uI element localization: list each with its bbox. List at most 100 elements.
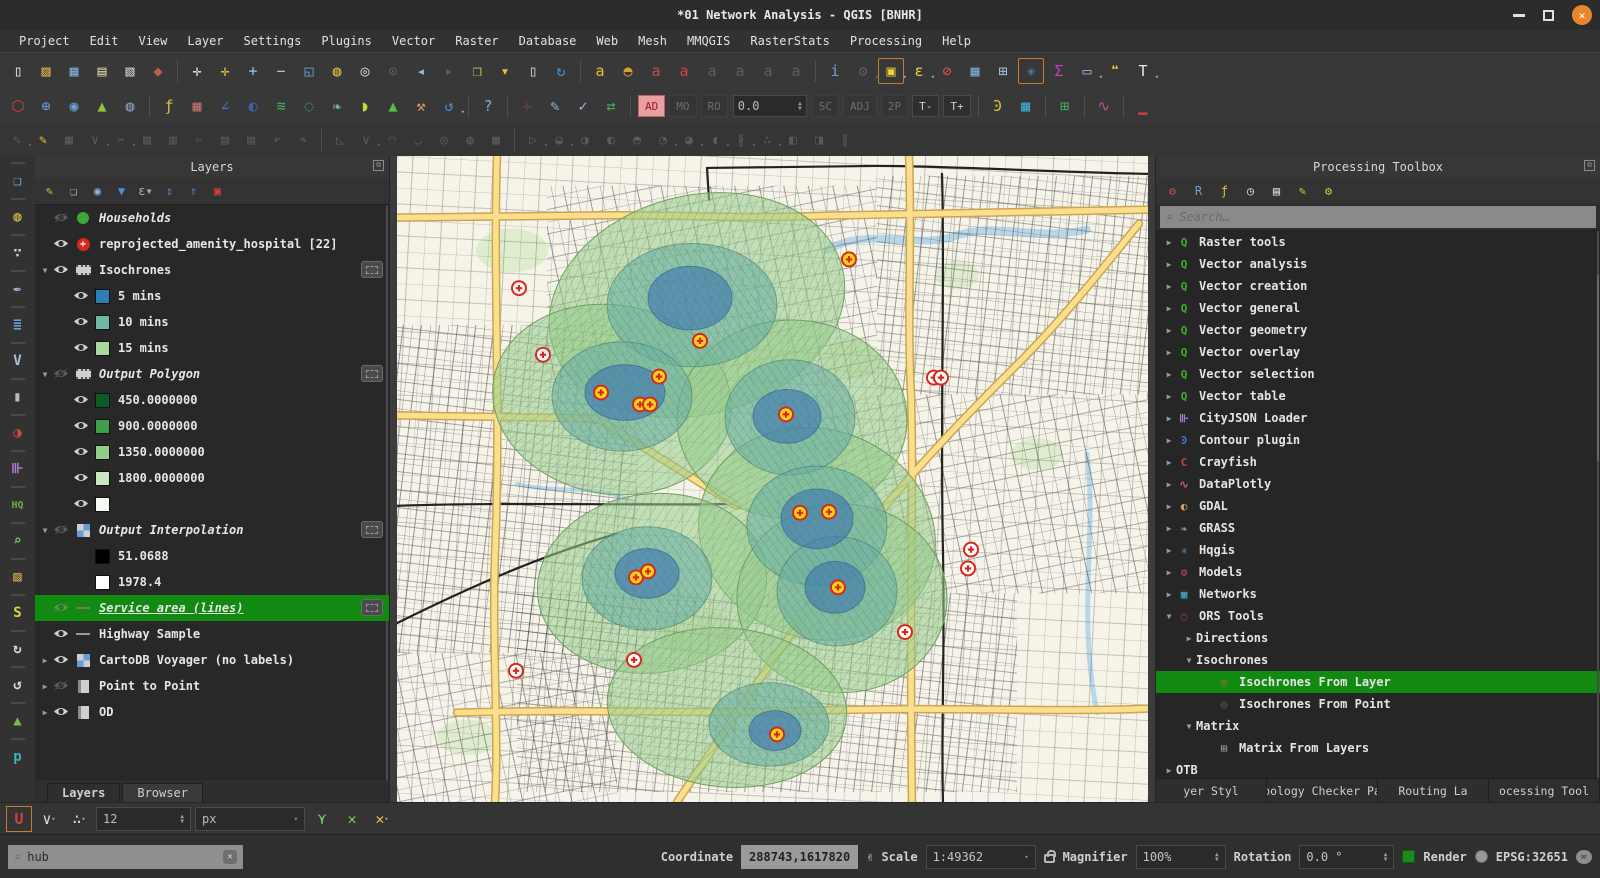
trace-icon[interactable]: ◨ [807, 128, 831, 152]
redo-icon[interactable]: ↷ [291, 128, 315, 152]
rotation-spinbox[interactable]: 0.0 °▲▼ [1299, 845, 1394, 869]
toolbox-item-vector-geometry[interactable]: ▶QVector geometry [1156, 319, 1600, 341]
close-button[interactable]: ✕ [1572, 5, 1592, 25]
enable-snapping-icon[interactable]: U [6, 806, 32, 832]
new-project-icon[interactable]: ▯ [5, 58, 31, 84]
refresh-layers-icon[interactable]: ↻ [5, 636, 31, 662]
toolbox-item-cityjson-loader[interactable]: ▶⊪CityJSON Loader [1156, 407, 1600, 429]
pelias-geocoder-icon[interactable]: p [5, 744, 31, 770]
avoid-intersections-icon[interactable]: ∥ [833, 128, 857, 152]
statistics-summary-icon[interactable]: Σ [1046, 58, 1072, 84]
layer-visibility-icon[interactable] [73, 394, 91, 406]
menu-rasterstats[interactable]: RasterStats [741, 32, 838, 50]
rotate-point-symbols-icon[interactable]: ◕▾ [677, 128, 701, 152]
deselect-all-icon[interactable]: ⊘ [934, 58, 960, 84]
dock-tab-yer-styl[interactable]: yer Styl [1156, 779, 1267, 802]
layer-visibility-icon[interactable] [53, 212, 71, 224]
menu-edit[interactable]: Edit [81, 32, 128, 50]
toolbox-expander[interactable]: ▼ [1182, 656, 1196, 665]
toolbox-item-contour-plugin[interactable]: ▶ϿContour plugin [1156, 429, 1600, 451]
zoom-full-icon[interactable]: ◱ [296, 58, 322, 84]
geocode-icon[interactable]: ◌ [296, 93, 322, 119]
snap-tolerance-spinbox[interactable]: 12▲▼ [96, 807, 191, 831]
current-edits-icon[interactable]: ✎▾ [5, 128, 29, 152]
layer-visibility-icon[interactable] [53, 628, 71, 640]
options-wrench-icon[interactable]: ⚙ [1320, 183, 1337, 200]
qgis2threejs-icon[interactable]: ▲ [89, 93, 115, 119]
field-calculator-icon[interactable]: ⊞ [990, 58, 1016, 84]
undo-icon[interactable]: ↶ [265, 128, 289, 152]
menu-mmqgis[interactable]: MMQGIS [678, 32, 739, 50]
layer-visibility-icon[interactable] [73, 316, 91, 328]
auxiliary-ad-button[interactable]: AD [638, 95, 665, 117]
results-viewer-icon[interactable]: ▤ [1268, 183, 1285, 200]
layer-item-isochrones[interactable]: ▼Isochrones [35, 257, 389, 283]
r-scripts-icon[interactable]: R [1190, 183, 1207, 200]
save-edits-icon[interactable]: ▦ [57, 128, 81, 152]
trim-extend-icon[interactable]: ∦▾ [729, 128, 753, 152]
locator-search[interactable]: ⌕ hub ✕ [8, 845, 243, 869]
attribute-table-add-icon[interactable]: ⊞ [1052, 93, 1078, 119]
layer-expander[interactable]: ▼ [39, 266, 51, 275]
leaflet-icon[interactable]: ❧ [324, 93, 350, 119]
layers-green-icon[interactable]: ≋ [268, 93, 294, 119]
menu-raster[interactable]: Raster [446, 32, 507, 50]
toolbox-expander[interactable]: ▶ [1162, 260, 1176, 269]
layer-visibility-icon[interactable] [73, 420, 91, 432]
add-delimited-points-icon[interactable]: ∵ [5, 240, 31, 266]
select-features-icon[interactable]: ▣▾ [878, 58, 904, 84]
messages-icon[interactable]: ✉ [1576, 850, 1592, 864]
table-refresh-icon[interactable]: ⇄ [598, 93, 624, 119]
history-icon[interactable]: ◷ [1242, 183, 1259, 200]
layer-visibility-icon[interactable] [53, 368, 71, 380]
paste-features-icon[interactable]: ▤ [239, 128, 263, 152]
layer-item-reprojected-amenity-hospital-22-[interactable]: +reprojected_amenity_hospital [22] [35, 231, 389, 257]
help-contents-icon[interactable]: ? [475, 93, 501, 119]
menu-database[interactable]: Database [510, 32, 586, 50]
snap-mode-icon[interactable]: ∨▾ [36, 806, 62, 832]
zoom-next-icon[interactable]: ▸ [436, 58, 462, 84]
db-manager-icon[interactable]: ▮ [5, 384, 31, 410]
terrain-star-icon[interactable]: ▲ [380, 93, 406, 119]
layer-map-indicator-icon[interactable] [361, 365, 383, 382]
osm-place-search-icon[interactable]: ◍ [117, 93, 143, 119]
undo-blue-icon[interactable]: ↺▾ [436, 93, 462, 119]
reshape-features-icon[interactable]: ◒▾ [547, 128, 571, 152]
offset-point-symbol-icon[interactable]: ◖▾ [703, 128, 727, 152]
split-parts-icon[interactable]: ◐ [599, 128, 623, 152]
zoom-last-icon[interactable]: ◂ [408, 58, 434, 84]
build-tools-icon[interactable]: ⚒ [408, 93, 434, 119]
toolbox-item-matrix[interactable]: ▼Matrix [1156, 715, 1600, 737]
self-snapping-icon[interactable]: ✕▾ [369, 806, 395, 832]
toolbox-item-vector-analysis[interactable]: ▶QVector analysis [1156, 253, 1600, 275]
toggle-editing-icon[interactable]: ✎ [31, 128, 55, 152]
add-geopackage-icon[interactable]: ✒ [5, 276, 31, 302]
dataplotly-icon[interactable]: ∿ [1091, 93, 1117, 119]
contour-plugin-icon[interactable]: Ͽ [985, 93, 1011, 119]
layer-visibility-icon[interactable] [53, 654, 71, 666]
processing-scrollbar[interactable] [1597, 231, 1599, 778]
toolbox-item-vector-general[interactable]: ▶QVector general [1156, 297, 1600, 319]
toolbox-item-crayfish[interactable]: ▶CCrayfish [1156, 451, 1600, 473]
auxiliary-ro-button[interactable]: RO [701, 95, 728, 117]
expand-all-icon[interactable]: ⇕ [161, 183, 178, 200]
toolbox-item-networks[interactable]: ▶▦Networks [1156, 583, 1600, 605]
toolbox-item-vector-table[interactable]: ▶QVector table [1156, 385, 1600, 407]
toolbox-expander[interactable]: ▶ [1162, 282, 1176, 291]
dock-tab-routing-la[interactable]: Routing La [1378, 779, 1489, 802]
edit-features-in-place-icon[interactable]: ✎ [1294, 183, 1311, 200]
toolbox-expander[interactable]: ▶ [1162, 304, 1176, 313]
toolbox-item-directions[interactable]: ▶Directions [1156, 627, 1600, 649]
scale-lock-icon[interactable] [1044, 854, 1055, 863]
rotate-feature-icon[interactable]: ◠ [380, 128, 404, 152]
menu-web[interactable]: Web [587, 32, 627, 50]
osm-search-icon[interactable]: ⌕ [5, 528, 31, 554]
toolbox-expander[interactable]: ▶ [1162, 766, 1176, 775]
toolbox-item-raster-tools[interactable]: ▶QRaster tools [1156, 231, 1600, 253]
toolbox-expander[interactable]: ▶ [1162, 392, 1176, 401]
identify-features-icon[interactable]: i [822, 58, 848, 84]
toolbox-item-isochrones[interactable]: ▼Isochrones [1156, 649, 1600, 671]
label-rotate-icon[interactable]: a [755, 58, 781, 84]
toolbox-expander[interactable]: ▶ [1162, 414, 1176, 423]
copy-features-icon[interactable]: ▤ [213, 128, 237, 152]
